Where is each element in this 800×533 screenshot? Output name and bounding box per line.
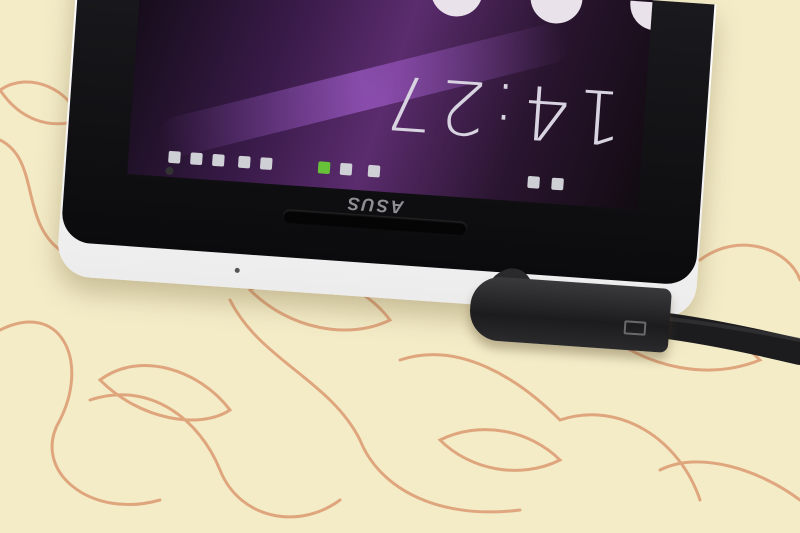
usb-cable-wire <box>647 312 800 365</box>
plug-slot-mark <box>623 320 647 336</box>
photo-scene: 14:27 ASUS <box>0 0 800 533</box>
